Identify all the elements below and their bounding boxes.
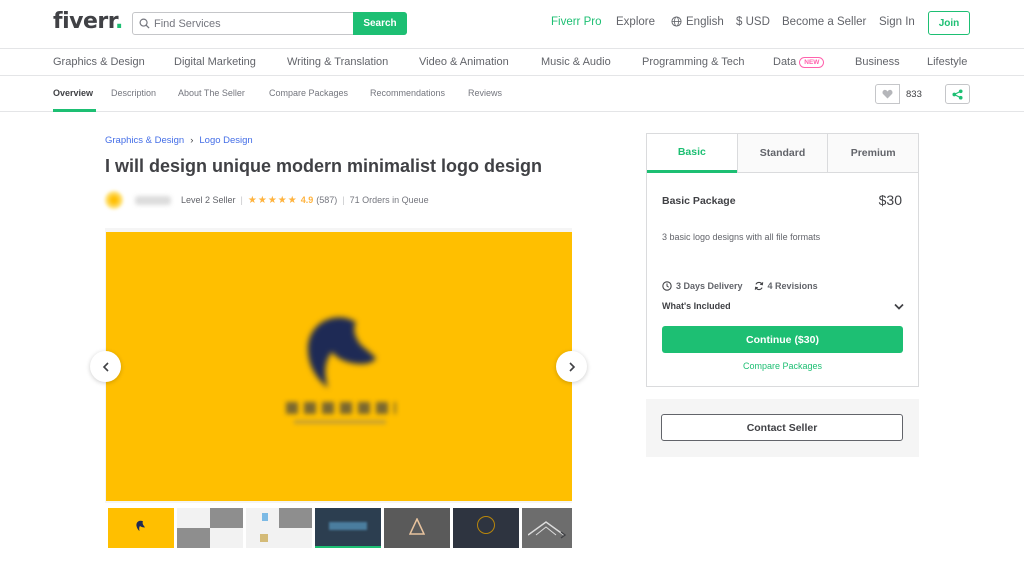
thumbnail-5[interactable] — [384, 508, 450, 548]
thumbnail-4[interactable] — [315, 508, 381, 548]
category-graphics-design[interactable]: Graphics & Design — [53, 56, 145, 68]
category-data-label: Data — [773, 56, 797, 68]
gig-section-nav: Overview Description About The Seller Co… — [0, 76, 1024, 112]
compare-packages-link[interactable]: Compare Packages — [647, 361, 918, 371]
chevron-right-icon: › — [190, 135, 194, 146]
revisions-label: 4 Revisions — [767, 281, 818, 291]
gallery-next-button[interactable] — [556, 351, 587, 382]
search-icon — [136, 13, 152, 34]
divider: | — [342, 195, 345, 205]
explore-link[interactable]: Explore — [616, 16, 655, 28]
share-button[interactable] — [945, 84, 970, 104]
package-meta: 3 Days Delivery 4 Revisions — [662, 281, 829, 291]
whats-included-label: What's Included — [662, 301, 731, 311]
horse-logo-image — [307, 317, 376, 388]
become-seller-link[interactable]: Become a Seller — [782, 16, 866, 28]
chevron-right-icon — [560, 531, 567, 539]
package-tabs: Basic Standard Premium — [647, 134, 919, 173]
seller-avatar[interactable] — [105, 191, 123, 209]
seller-level: Level 2 Seller — [181, 195, 236, 205]
search-button[interactable]: Search — [353, 12, 407, 35]
delivery-label: 3 Days Delivery — [676, 281, 743, 291]
package-tab-basic[interactable]: Basic — [647, 134, 737, 173]
package-tab-premium[interactable]: Premium — [827, 134, 919, 173]
breadcrumb: Graphics & Design › Logo Design — [105, 135, 253, 146]
sign-in-link[interactable]: Sign In — [879, 16, 915, 28]
package-card: Basic Standard Premium Basic Package $30… — [646, 133, 919, 387]
category-lifestyle[interactable]: Lifestyle — [927, 56, 967, 68]
tab-description[interactable]: Description — [111, 88, 156, 98]
package-price: $30 — [878, 192, 902, 208]
gallery-prev-button[interactable] — [90, 351, 121, 382]
chevron-down-icon — [894, 303, 904, 310]
chevron-left-icon — [102, 361, 109, 372]
breadcrumb-graphics-design[interactable]: Graphics & Design — [105, 135, 184, 146]
seller-overview: Level 2 Seller | ★★★★★ 4.9 (587) | 71 Or… — [105, 191, 429, 209]
search-input[interactable] — [152, 13, 353, 34]
orders-in-queue: 71 Orders in Queue — [349, 195, 429, 205]
package-name: Basic Package — [662, 195, 736, 207]
fiverr-pro-link[interactable]: Fiverr Pro — [551, 16, 601, 28]
logo-tagline-blurred — [294, 420, 386, 424]
thumbnail-2[interactable] — [177, 508, 243, 548]
gig-title: I will design unique modern minimalist l… — [105, 156, 543, 176]
contact-seller-box: Contact Seller — [646, 399, 919, 457]
continue-button[interactable]: Continue ($30) — [662, 326, 903, 353]
tab-recommendations[interactable]: Recommendations — [370, 88, 445, 98]
gallery-thumbnails — [105, 508, 572, 548]
globe-icon — [671, 16, 682, 27]
language-selector[interactable]: English — [671, 16, 724, 28]
mountain-logo-image — [528, 521, 564, 536]
tab-compare-packages[interactable]: Compare Packages — [269, 88, 348, 98]
top-header: fiverr. Search Fiverr Pro Explore Englis… — [0, 0, 1024, 49]
join-button[interactable]: Join — [928, 11, 970, 35]
new-badge: NEW — [799, 57, 825, 68]
gallery-main-image[interactable] — [106, 232, 572, 501]
save-count: 833 — [906, 89, 922, 100]
thumbnail-3[interactable] — [246, 508, 312, 548]
gig-gallery — [105, 228, 572, 503]
horse-logo-image — [136, 520, 145, 531]
thumbnail-6[interactable] — [453, 508, 519, 548]
fiverr-logo[interactable]: fiverr. — [53, 9, 123, 34]
heart-icon — [882, 89, 893, 99]
search-bar: Search — [132, 12, 407, 35]
seller-name-blurred[interactable] — [135, 195, 171, 205]
category-music-audio[interactable]: Music & Audio — [541, 56, 611, 68]
tab-reviews[interactable]: Reviews — [468, 88, 502, 98]
category-data[interactable]: Data NEW — [773, 56, 825, 68]
thumbnails-next-button[interactable] — [560, 526, 567, 544]
category-bar: Graphics & Design Digital Marketing Writ… — [0, 49, 1024, 76]
divider: | — [240, 195, 243, 205]
triangle-logo-image — [409, 518, 425, 535]
package-description: 3 basic logo designs with all file forma… — [662, 232, 821, 242]
whats-included-toggle[interactable]: What's Included — [662, 301, 904, 311]
breadcrumb-logo-design[interactable]: Logo Design — [199, 135, 252, 146]
logo-wordmark-blurred — [286, 402, 396, 414]
delivery-time: 3 Days Delivery — [662, 281, 743, 291]
star-rating-icon: ★★★★★ — [247, 194, 298, 206]
category-video-animation[interactable]: Video & Animation — [419, 56, 509, 68]
currency-selector[interactable]: $ USD — [736, 16, 770, 28]
tab-about-seller[interactable]: About The Seller — [178, 88, 245, 98]
chevron-right-icon — [568, 361, 575, 372]
review-count[interactable]: (587) — [316, 195, 337, 205]
share-icon — [952, 88, 963, 100]
active-tab-indicator — [53, 109, 96, 112]
language-label: English — [686, 16, 724, 28]
rating-score: 4.9 — [300, 195, 314, 205]
package-tab-standard[interactable]: Standard — [736, 134, 828, 173]
category-writing-translation[interactable]: Writing & Translation — [287, 56, 388, 68]
save-button[interactable] — [875, 84, 900, 104]
thumbnail-1[interactable] — [108, 508, 174, 548]
category-business[interactable]: Business — [855, 56, 900, 68]
contact-seller-button[interactable]: Contact Seller — [661, 414, 903, 441]
category-digital-marketing[interactable]: Digital Marketing — [174, 56, 256, 68]
revision-count: 4 Revisions — [754, 281, 818, 291]
clock-icon — [662, 281, 672, 291]
category-programming-tech[interactable]: Programming & Tech — [642, 56, 745, 68]
tab-overview[interactable]: Overview — [53, 88, 93, 98]
refresh-icon — [754, 281, 763, 291]
